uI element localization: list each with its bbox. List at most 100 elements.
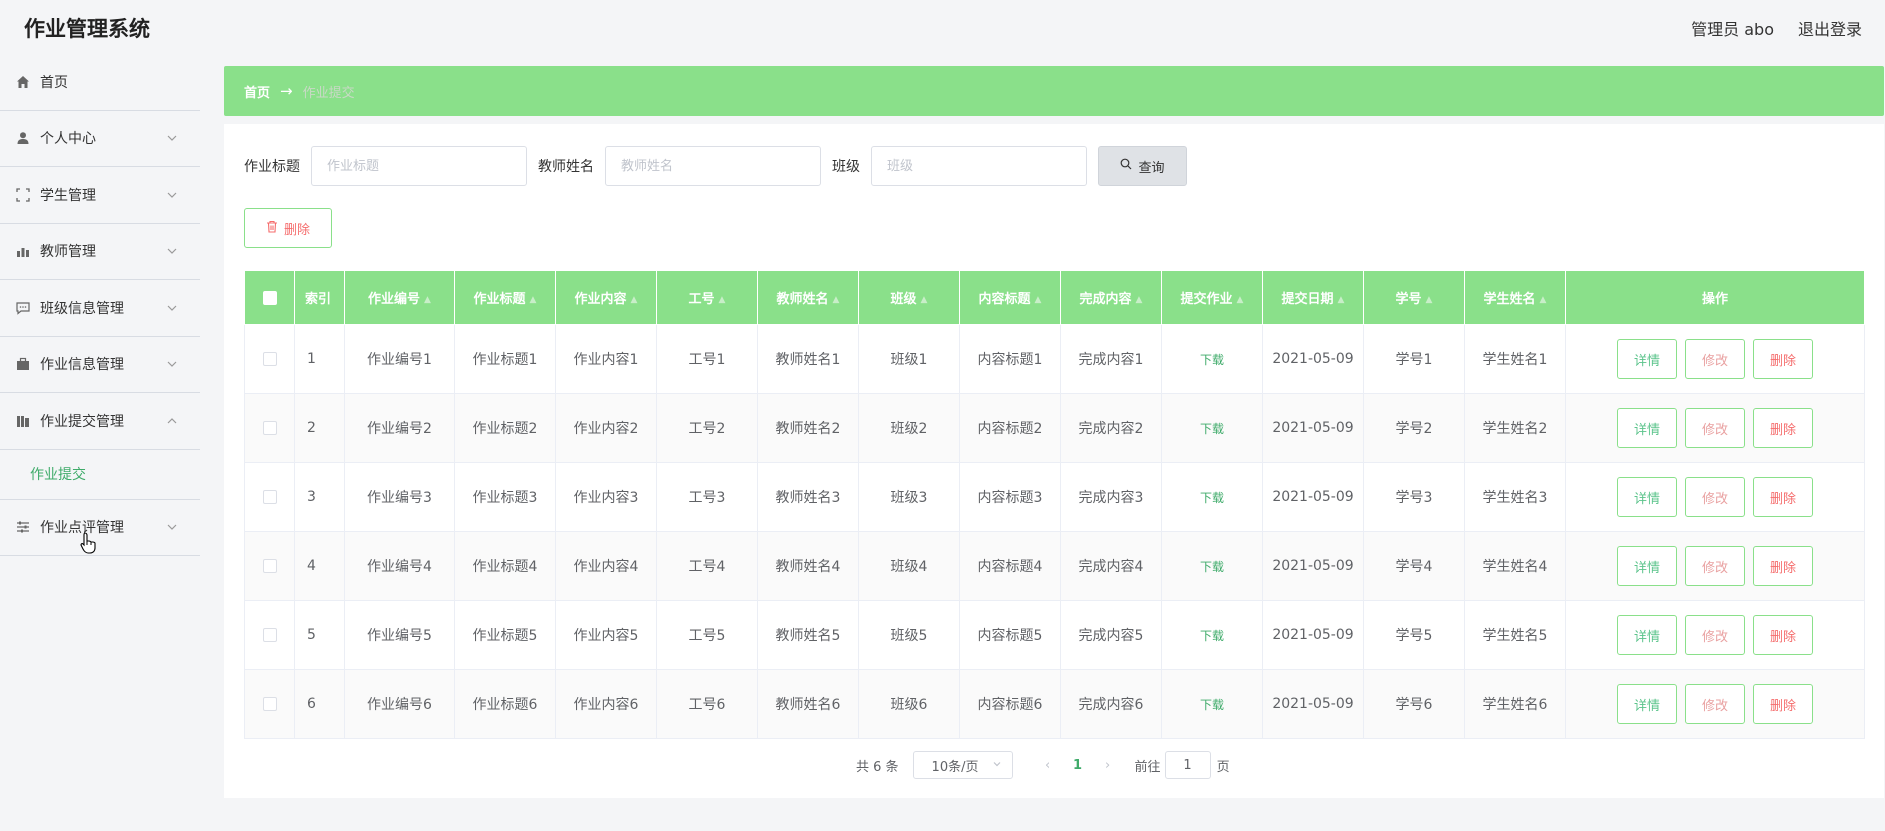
row-select-cell[interactable] <box>244 393 295 463</box>
edit-button[interactable]: 修改 <box>1685 408 1745 448</box>
sort-icon[interactable]: ▲ <box>921 295 928 305</box>
delete-button[interactable]: 删除 <box>1753 546 1813 586</box>
row-checkbox[interactable] <box>262 421 277 435</box>
sort-icon[interactable]: ▲ <box>424 295 431 305</box>
edit-button[interactable]: 修改 <box>1685 477 1745 517</box>
row-checkbox[interactable] <box>262 352 277 366</box>
sort-icon[interactable]: ▲ <box>1426 295 1433 305</box>
sidebar-item-classes[interactable]: 班级信息管理 <box>0 280 200 337</box>
table-cell: 下载 <box>1161 462 1263 532</box>
download-link[interactable]: 下载 <box>1200 560 1224 574</box>
total-count: 共 6 条 <box>856 759 899 775</box>
sort-icon[interactable]: ▲ <box>719 295 726 305</box>
sort-icon[interactable]: ▲ <box>1237 295 1244 305</box>
sort-icon[interactable]: ▲ <box>1540 295 1547 305</box>
table-cell: 学生姓名4 <box>1464 531 1566 601</box>
next-page-button[interactable]: › <box>1093 758 1123 773</box>
delete-button[interactable]: 删除 <box>1753 408 1813 448</box>
stack-icon <box>16 414 30 428</box>
table-cell: 内容标题2 <box>959 393 1061 463</box>
sidebar-item-teachers[interactable]: 教师管理 <box>0 224 200 280</box>
sort-icon[interactable]: ▲ <box>1035 295 1042 305</box>
sidebar-item-label: 班级信息管理 <box>40 300 124 317</box>
column-header[interactable]: 工号 ▲ <box>656 270 758 325</box>
download-link[interactable]: 下载 <box>1200 353 1224 367</box>
sidebar-subitem-homework-submit[interactable]: 作业提交 <box>0 450 200 500</box>
sidebar-item-profile[interactable]: 个人中心 <box>0 111 200 167</box>
table-cell: 3 <box>294 462 345 532</box>
row-select-cell[interactable] <box>244 324 295 394</box>
sort-icon[interactable]: ▲ <box>1136 295 1143 305</box>
column-header[interactable]: 学生姓名 ▲ <box>1464 270 1566 325</box>
row-checkbox[interactable] <box>262 697 277 711</box>
column-header[interactable]: 作业内容 ▲ <box>555 270 657 325</box>
delete-button[interactable]: 删除 <box>1753 477 1813 517</box>
column-header[interactable]: 作业编号 ▲ <box>344 270 455 325</box>
row-select-cell[interactable] <box>244 531 295 601</box>
edit-button[interactable]: 修改 <box>1685 546 1745 586</box>
class-search-input[interactable] <box>871 146 1087 186</box>
column-header[interactable]: 提交作业 ▲ <box>1161 270 1263 325</box>
detail-button[interactable]: 详情 <box>1617 615 1677 655</box>
breadcrumb-home-link[interactable]: 首页 <box>244 82 270 101</box>
detail-button[interactable]: 详情 <box>1617 684 1677 724</box>
row-checkbox[interactable] <box>262 490 277 504</box>
row-select-cell[interactable] <box>244 669 295 739</box>
row-checkbox[interactable] <box>262 559 277 573</box>
sidebar-item-homework-review[interactable]: 作业点评管理 <box>0 500 200 556</box>
sort-icon[interactable]: ▲ <box>1338 295 1345 305</box>
row-select-cell[interactable] <box>244 462 295 532</box>
table-cell: 完成内容2 <box>1060 393 1162 463</box>
row-select-cell[interactable] <box>244 600 295 670</box>
detail-button[interactable]: 详情 <box>1617 477 1677 517</box>
page-unit-label: 页 <box>1216 759 1230 775</box>
table-row: 3 作业编号3 作业标题3 作业内容3 工号3 教师姓名3 班级3 内容标题3 完成内容3 下载 2… <box>244 462 1865 532</box>
query-button[interactable]: 查询 <box>1098 146 1187 186</box>
teacher-search-input[interactable] <box>605 146 821 186</box>
sort-icon[interactable]: ▲ <box>631 295 638 305</box>
page-number[interactable]: 1 <box>1063 758 1093 773</box>
table-cell: 内容标题3 <box>959 462 1061 532</box>
sort-icon[interactable]: ▲ <box>833 295 840 305</box>
table-cell: 完成内容6 <box>1060 669 1162 739</box>
select-all-checkbox[interactable] <box>262 290 277 305</box>
column-header[interactable]: 内容标题 ▲ <box>959 270 1061 325</box>
sidebar-item-homework-info[interactable]: 作业信息管理 <box>0 337 200 393</box>
download-link[interactable]: 下载 <box>1200 698 1224 712</box>
chart-icon <box>16 244 30 258</box>
sort-icon[interactable]: ▲ <box>530 295 537 305</box>
sidebar-item-students[interactable]: 学生管理 <box>0 167 200 224</box>
select-all-header[interactable] <box>244 270 295 325</box>
sidebar-item-homework-submit[interactable]: 作业提交管理 <box>0 393 200 450</box>
detail-button[interactable]: 详情 <box>1617 408 1677 448</box>
batch-delete-button[interactable]: 删除 <box>244 208 332 248</box>
row-checkbox[interactable] <box>262 628 277 642</box>
prev-page-button[interactable]: ‹ <box>1033 758 1063 773</box>
title-search-input[interactable] <box>311 146 527 186</box>
column-header[interactable]: 作业标题 ▲ <box>454 270 556 325</box>
column-header[interactable]: 学号 ▲ <box>1363 270 1465 325</box>
edit-button[interactable]: 修改 <box>1685 684 1745 724</box>
table-cell: 5 <box>294 600 345 670</box>
edit-button[interactable]: 修改 <box>1685 339 1745 379</box>
column-header[interactable]: 教师姓名 ▲ <box>757 270 859 325</box>
column-header[interactable]: 班级 ▲ <box>858 270 960 325</box>
column-header[interactable]: 提交日期 ▲ <box>1262 270 1364 325</box>
download-link[interactable]: 下载 <box>1200 422 1224 436</box>
table-cell: 作业内容3 <box>555 462 657 532</box>
detail-button[interactable]: 详情 <box>1617 546 1677 586</box>
delete-button[interactable]: 删除 <box>1753 615 1813 655</box>
delete-button[interactable]: 删除 <box>1753 684 1813 724</box>
logout-button[interactable]: 退出登录 <box>1798 16 1862 40</box>
edit-button[interactable]: 修改 <box>1685 615 1745 655</box>
download-link[interactable]: 下载 <box>1200 629 1224 643</box>
goto-page-input[interactable] <box>1164 751 1211 779</box>
detail-button[interactable]: 详情 <box>1617 339 1677 379</box>
page-size-select[interactable]: 10条/页 <box>912 751 1013 779</box>
pagination: 共 6 条 10条/页 ‹ 1 › 前往 页 <box>856 751 1230 779</box>
column-header-label: 作业内容 <box>574 292 627 307</box>
delete-button[interactable]: 删除 <box>1753 339 1813 379</box>
column-header[interactable]: 完成内容 ▲ <box>1060 270 1162 325</box>
download-link[interactable]: 下载 <box>1200 491 1224 505</box>
sidebar-item-home[interactable]: 首页 <box>0 54 200 111</box>
